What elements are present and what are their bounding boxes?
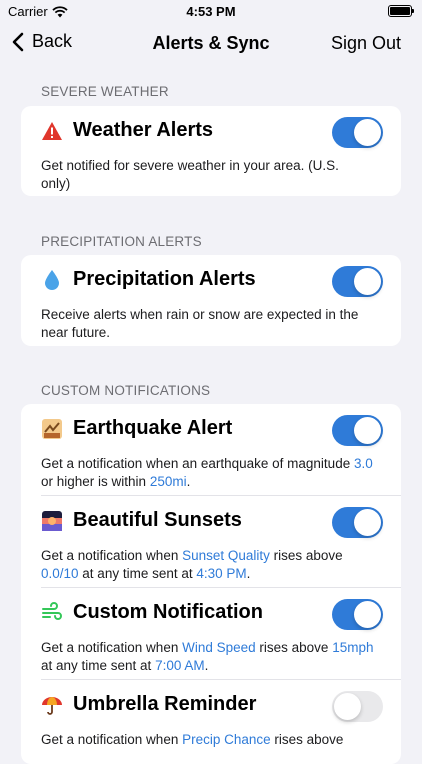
row-description: Get a notification when an earthquake of… (41, 455, 383, 491)
weather-alerts-row: Weather Alerts Get notified for severe w… (21, 106, 401, 196)
warning-icon (41, 120, 63, 142)
threshold-link[interactable]: 15mph (332, 640, 373, 655)
earthquake-alert-row: Earthquake Alert Get a notification when… (21, 404, 401, 496)
precipitation-alerts-toggle[interactable] (332, 266, 383, 297)
desc-text: Get a notification when an earthquake of… (41, 456, 354, 471)
row-description: Get a notification when Sunset Quality r… (41, 547, 383, 583)
beautiful-sunsets-title: Beautiful Sunsets (73, 509, 242, 531)
desc-text: Receive alerts when rain or snow are exp… (41, 307, 359, 340)
precipitation-card: Precipitation Alerts Receive alerts when… (21, 255, 401, 346)
desc-text: . (204, 658, 209, 673)
magnitude-link[interactable]: 3.0 (354, 456, 373, 471)
custom-notifications-card: Earthquake Alert Get a notification when… (21, 404, 401, 764)
weather-alerts-title: Weather Alerts (73, 119, 214, 141)
severe-weather-card: Weather Alerts Get notified for severe w… (21, 106, 401, 196)
umbrella-reminder-title: Umbrella Reminder (73, 693, 257, 715)
desc-text: or higher is within (41, 474, 150, 489)
desc-text: Get a notification when (41, 640, 183, 655)
custom-notification-toggle[interactable] (332, 599, 383, 630)
row-description: Get a notification when Wind Speed rises… (41, 639, 383, 675)
threshold-link[interactable]: 0.0/10 (41, 566, 79, 581)
precipitation-alerts-row: Precipitation Alerts Receive alerts when… (21, 255, 401, 346)
back-button[interactable]: Back (12, 31, 72, 52)
row-title: Precipitation Alerts (41, 268, 256, 291)
row-title: Umbrella Reminder (41, 693, 256, 716)
chevron-left-icon (12, 32, 24, 51)
row-description: Get a notification when Precip Chance ri… (41, 731, 383, 749)
weather-alerts-toggle[interactable] (332, 117, 383, 148)
section-header-severe-weather: SEVERE WEATHER (41, 84, 169, 99)
umbrella-reminder-toggle[interactable] (332, 691, 383, 722)
desc-text: Get a notification when (41, 732, 183, 747)
earthquake-alert-toggle[interactable] (332, 415, 383, 446)
battery-icon (388, 5, 414, 17)
desc-text: Get a notification when (41, 548, 183, 563)
custom-notification-row: Custom Notification Get a notification w… (21, 588, 401, 680)
sign-out-button[interactable]: Sign Out (331, 33, 401, 54)
sunset-quality-link[interactable]: Sunset Quality (182, 548, 270, 563)
row-title: Custom Notification (41, 601, 263, 624)
desc-text: at any time sent at (78, 566, 197, 581)
beautiful-sunsets-row: Beautiful Sunsets Get a notification whe… (21, 496, 401, 588)
desc-text: . (246, 566, 251, 581)
desc-text: rises above (255, 640, 333, 655)
desc-text: rises above (270, 732, 344, 747)
wind-speed-link[interactable]: Wind Speed (182, 640, 256, 655)
precip-chance-link[interactable]: Precip Chance (182, 732, 271, 747)
earthquake-alert-title: Earthquake Alert (73, 417, 233, 439)
row-title: Weather Alerts (41, 119, 213, 142)
row-description: Receive alerts when rain or snow are exp… (41, 306, 381, 342)
custom-notification-title: Custom Notification (73, 601, 263, 623)
row-description: Get notified for severe weather in your … (41, 157, 361, 193)
desc-text: rises above (269, 548, 343, 563)
row-title: Earthquake Alert (41, 417, 232, 440)
desc-text: Get notified for severe weather in your … (41, 158, 339, 191)
desc-text: at any time sent at (41, 658, 156, 673)
status-bar: Carrier 4:53 PM (0, 0, 422, 22)
time-link[interactable]: 7:00 AM (155, 658, 205, 673)
wind-icon (41, 601, 63, 624)
back-label: Back (32, 31, 73, 51)
beautiful-sunsets-toggle[interactable] (332, 507, 383, 538)
desc-text: . (186, 474, 191, 489)
earthquake-icon (41, 418, 63, 440)
droplet-icon (41, 269, 63, 291)
section-header-precipitation: PRECIPITATION ALERTS (41, 234, 202, 249)
sunset-icon (41, 510, 63, 532)
row-title: Beautiful Sunsets (41, 509, 242, 532)
distance-link[interactable]: 250mi (150, 474, 187, 489)
umbrella-reminder-row: Umbrella Reminder Get a notification whe… (21, 680, 401, 764)
status-time: 4:53 PM (186, 4, 236, 19)
precipitation-alerts-title: Precipitation Alerts (73, 268, 256, 290)
time-link[interactable]: 4:30 PM (196, 566, 246, 581)
section-header-custom-notifications: CUSTOM NOTIFICATIONS (41, 383, 211, 398)
navigation-bar: Back Alerts & Sync Sign Out (0, 24, 422, 64)
umbrella-icon (41, 694, 63, 716)
